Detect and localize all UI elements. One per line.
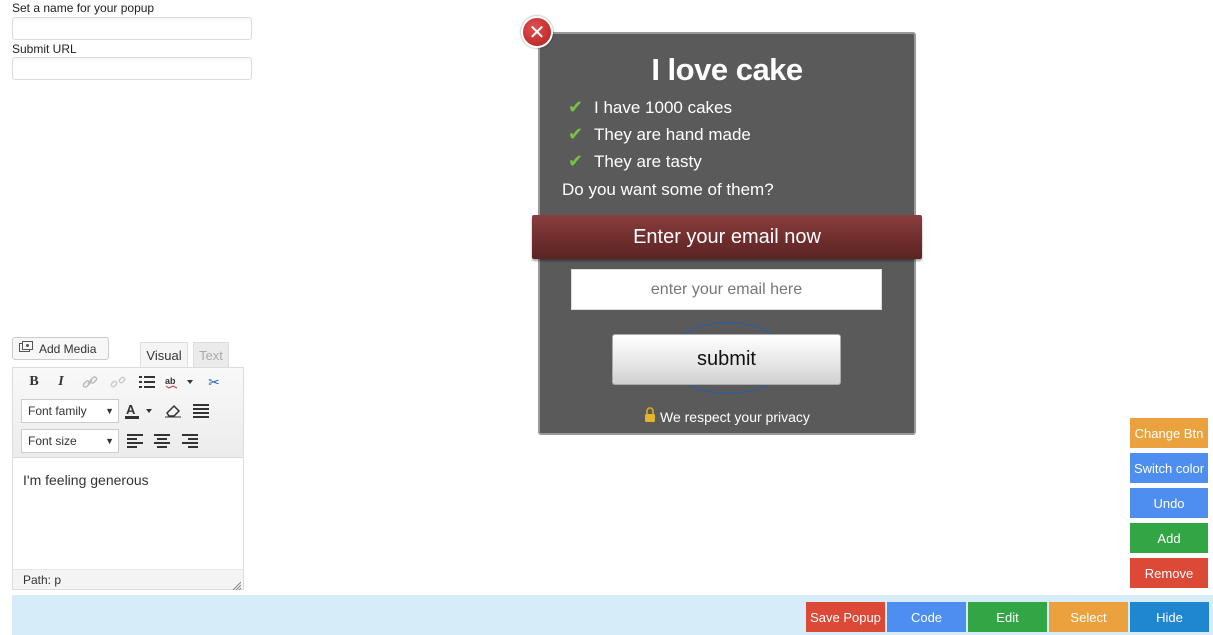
- popup-name-input[interactable]: [12, 17, 252, 40]
- change-btn-button[interactable]: Change Btn: [1130, 418, 1208, 448]
- chevron-down-icon: ▼: [105, 436, 114, 446]
- popup-title[interactable]: I love cake: [540, 52, 914, 88]
- submit-url-label: Submit URL: [12, 42, 77, 56]
- popup-question[interactable]: Do you want some of them?: [562, 180, 774, 200]
- font-size-value: Font size: [28, 434, 77, 448]
- eraser-icon[interactable]: [162, 400, 184, 422]
- italic-icon[interactable]: I: [50, 371, 72, 393]
- submit-button[interactable]: submit: [612, 334, 841, 385]
- list-item-text: They are tasty: [594, 151, 702, 171]
- unlink-icon[interactable]: [107, 371, 129, 393]
- ribbon-heading[interactable]: Enter your email now: [532, 215, 922, 259]
- edit-button[interactable]: Edit: [968, 602, 1047, 632]
- email-input[interactable]: enter your email here: [571, 269, 882, 310]
- scissors-icon[interactable]: ✂: [203, 371, 225, 393]
- link-icon[interactable]: [79, 371, 101, 393]
- font-family-value: Font family: [28, 404, 87, 418]
- code-button[interactable]: Code: [887, 602, 966, 632]
- spellcheck-icon[interactable]: ab: [163, 371, 197, 393]
- privacy-text: We respect your privacy: [660, 408, 810, 425]
- editor-content[interactable]: I'm feeling generous: [23, 472, 149, 488]
- editor-toolbar: B I ab ✂ Font family ▼ A Font size ▼: [13, 368, 243, 458]
- list-item-text: They are hand made: [594, 124, 751, 144]
- tab-text[interactable]: Text: [193, 342, 229, 368]
- select-button[interactable]: Select: [1049, 602, 1128, 632]
- tab-visual[interactable]: Visual: [140, 342, 188, 368]
- add-media-label: Add Media: [39, 341, 97, 356]
- svg-text:A: A: [126, 403, 136, 417]
- privacy-note: We respect your privacy: [644, 407, 810, 426]
- hide-button[interactable]: Hide: [1130, 602, 1209, 632]
- font-family-select[interactable]: Font family ▼: [21, 399, 119, 423]
- justify-icon[interactable]: [190, 400, 212, 422]
- svg-text:ab: ab: [165, 376, 176, 386]
- checkmark-icon: ✔: [568, 97, 584, 117]
- close-icon[interactable]: ✕: [521, 16, 553, 48]
- popup-name-label: Set a name for your popup: [12, 1, 155, 15]
- add-button[interactable]: Add: [1130, 523, 1208, 553]
- list-item[interactable]: ✔ They are hand made: [568, 124, 751, 145]
- align-right-icon[interactable]: [179, 430, 201, 452]
- chevron-down-icon: ▼: [105, 406, 114, 416]
- lock-icon: [644, 407, 656, 426]
- list-item[interactable]: ✔ I have 1000 cakes: [568, 97, 732, 118]
- save-popup-button[interactable]: Save Popup: [806, 602, 885, 632]
- resize-handle-icon[interactable]: [231, 577, 242, 591]
- list-item-text: I have 1000 cakes: [594, 97, 732, 117]
- align-center-icon[interactable]: [151, 430, 173, 452]
- bullet-list-icon[interactable]: [136, 371, 158, 393]
- undo-button[interactable]: Undo: [1130, 488, 1208, 518]
- list-item[interactable]: ✔ They are tasty: [568, 151, 702, 172]
- media-icon: [19, 341, 33, 356]
- checkmark-icon: ✔: [568, 151, 584, 171]
- text-color-icon[interactable]: A: [123, 400, 157, 422]
- add-media-button[interactable]: Add Media: [12, 337, 109, 360]
- switch-color-button[interactable]: Switch color: [1130, 453, 1208, 483]
- align-left-icon[interactable]: [124, 430, 146, 452]
- bold-icon[interactable]: B: [23, 371, 45, 393]
- editor-status-path: Path: p: [13, 569, 243, 589]
- rich-text-editor: B I ab ✂ Font family ▼ A Font size ▼ I'm…: [12, 367, 244, 591]
- checkmark-icon: ✔: [568, 124, 584, 144]
- font-size-select[interactable]: Font size ▼: [21, 429, 119, 453]
- remove-button[interactable]: Remove: [1130, 558, 1208, 588]
- submit-url-input[interactable]: [12, 57, 252, 80]
